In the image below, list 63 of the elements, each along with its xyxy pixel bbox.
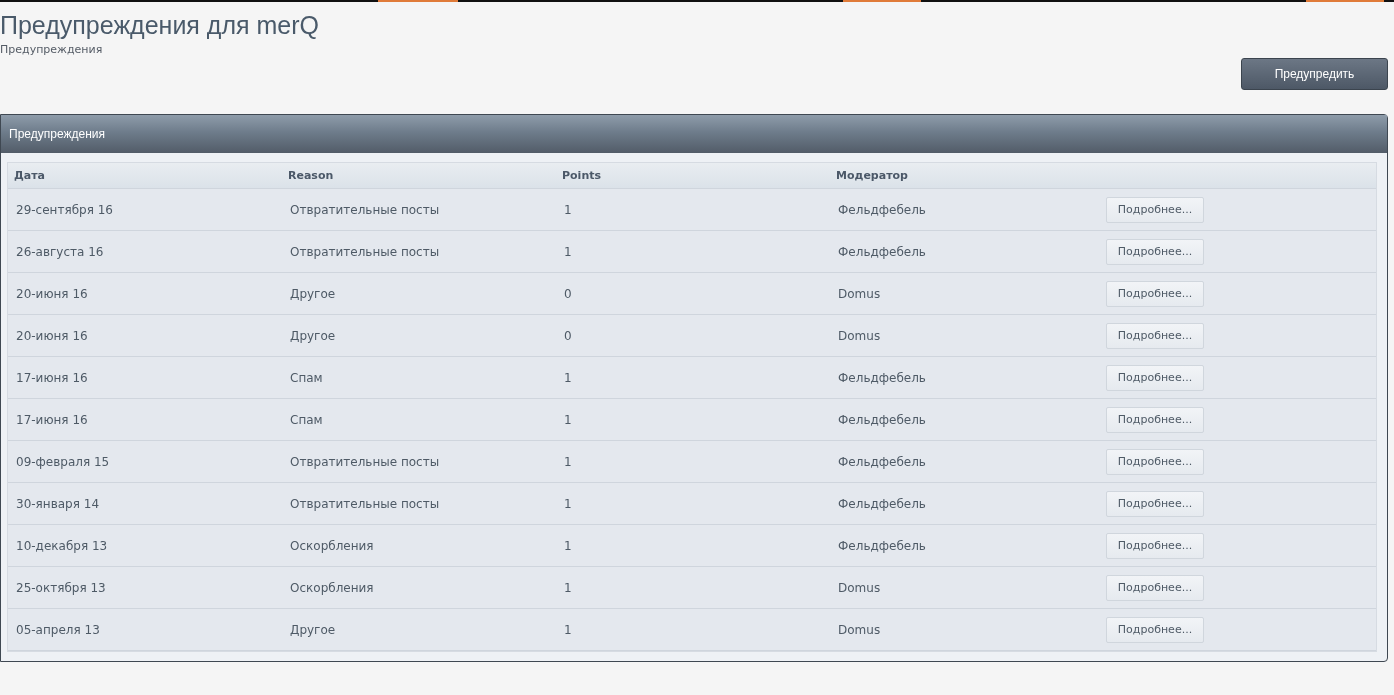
table-cell-text: Другое	[289, 286, 336, 301]
table-cell-text: 30-января 14	[15, 496, 99, 511]
table-cell-text: Спам	[289, 370, 323, 385]
table-cell-text: 0	[563, 328, 572, 343]
table-cell-text: Фельдфебель	[837, 496, 926, 511]
table-cell-text: 17-июня 16	[15, 412, 88, 427]
details-button[interactable]: Подробнее...	[1106, 364, 1204, 391]
table-cell-text: 1	[563, 412, 572, 427]
column-header: Модератор	[835, 169, 908, 182]
details-button[interactable]: Подробнее...	[1106, 280, 1204, 307]
table-cell-text: Другое	[289, 622, 336, 637]
details-button[interactable]: Подробнее...	[1106, 616, 1204, 643]
table-cell-text: Отвратительные посты	[289, 496, 440, 511]
details-button[interactable]: Подробнее...	[1106, 322, 1204, 349]
table-cell-text: 1	[563, 538, 572, 553]
table-cell-text: 20-июня 16	[15, 328, 88, 343]
table-cell-text: Отвратительные посты	[289, 244, 440, 259]
table-cell-text: Оскорбления	[289, 580, 374, 595]
details-button[interactable]: Подробнее...	[1106, 490, 1204, 517]
table-cell-text: Спам	[289, 412, 323, 427]
breadcrumb-link[interactable]: Предупреждения	[0, 43, 103, 56]
table-cell-text: Domus	[837, 328, 881, 343]
table-cell-text: Фельдфебель	[837, 244, 926, 259]
table-cell-text: Фельдфебель	[837, 538, 926, 553]
table-cell-text: 29-сентября 16	[15, 202, 113, 217]
column-header: Дата	[13, 169, 46, 182]
table-cell-text: Domus	[837, 286, 881, 301]
table-cell-text: 20-июня 16	[15, 286, 88, 301]
details-button[interactable]: Подробнее...	[1106, 532, 1204, 559]
table-cell-text: 1	[563, 496, 572, 511]
table-cell-text: Фельдфебель	[837, 370, 926, 385]
table-cell-text: Оскорбления	[289, 538, 374, 553]
details-button[interactable]: Подробнее...	[1106, 238, 1204, 265]
table-cell-text: Фельдфебель	[837, 454, 926, 469]
details-button[interactable]: Подробнее...	[1106, 448, 1204, 475]
details-button[interactable]: Подробнее...	[1106, 574, 1204, 601]
table-cell-text: 26-августа 16	[15, 244, 104, 259]
table-cell-text: 1	[563, 454, 572, 469]
table-cell-text: 09-февраля 15	[15, 454, 110, 469]
details-button[interactable]: Подробнее...	[1106, 406, 1204, 433]
table-cell-text: 25-октября 13	[15, 580, 106, 595]
table-cell-text: 1	[563, 370, 572, 385]
table-cell-text: 10-декабря 13	[15, 538, 108, 553]
table-cell-text: Фельдфебель	[837, 412, 926, 427]
table-cell-text: Отвратительные посты	[289, 202, 440, 217]
table-cell-text: Фельдфебель	[837, 202, 926, 217]
table-cell-text: 1	[563, 580, 572, 595]
page-title: Предупреждения для merQ	[0, 10, 319, 40]
table-cell-text: Domus	[837, 622, 881, 637]
table-cell-text: 0	[563, 286, 572, 301]
table-cell-text: Отвратительные посты	[289, 454, 440, 469]
panel-title: Предупреждения	[9, 127, 105, 141]
column-header: Reason	[287, 169, 334, 182]
table-cell-text: 05-апреля 13	[15, 622, 100, 637]
column-header: Points	[561, 169, 602, 182]
table-cell-text: 17-июня 16	[15, 370, 88, 385]
table-cell-text: 1	[563, 244, 572, 259]
details-button[interactable]: Подробнее...	[1106, 196, 1204, 223]
table-cell-text: 1	[563, 622, 572, 637]
warn-button[interactable]: Предупредить	[1241, 58, 1388, 90]
table-cell-text: 1	[563, 202, 572, 217]
table-cell-text: Другое	[289, 328, 336, 343]
table-cell-text: Domus	[837, 580, 881, 595]
